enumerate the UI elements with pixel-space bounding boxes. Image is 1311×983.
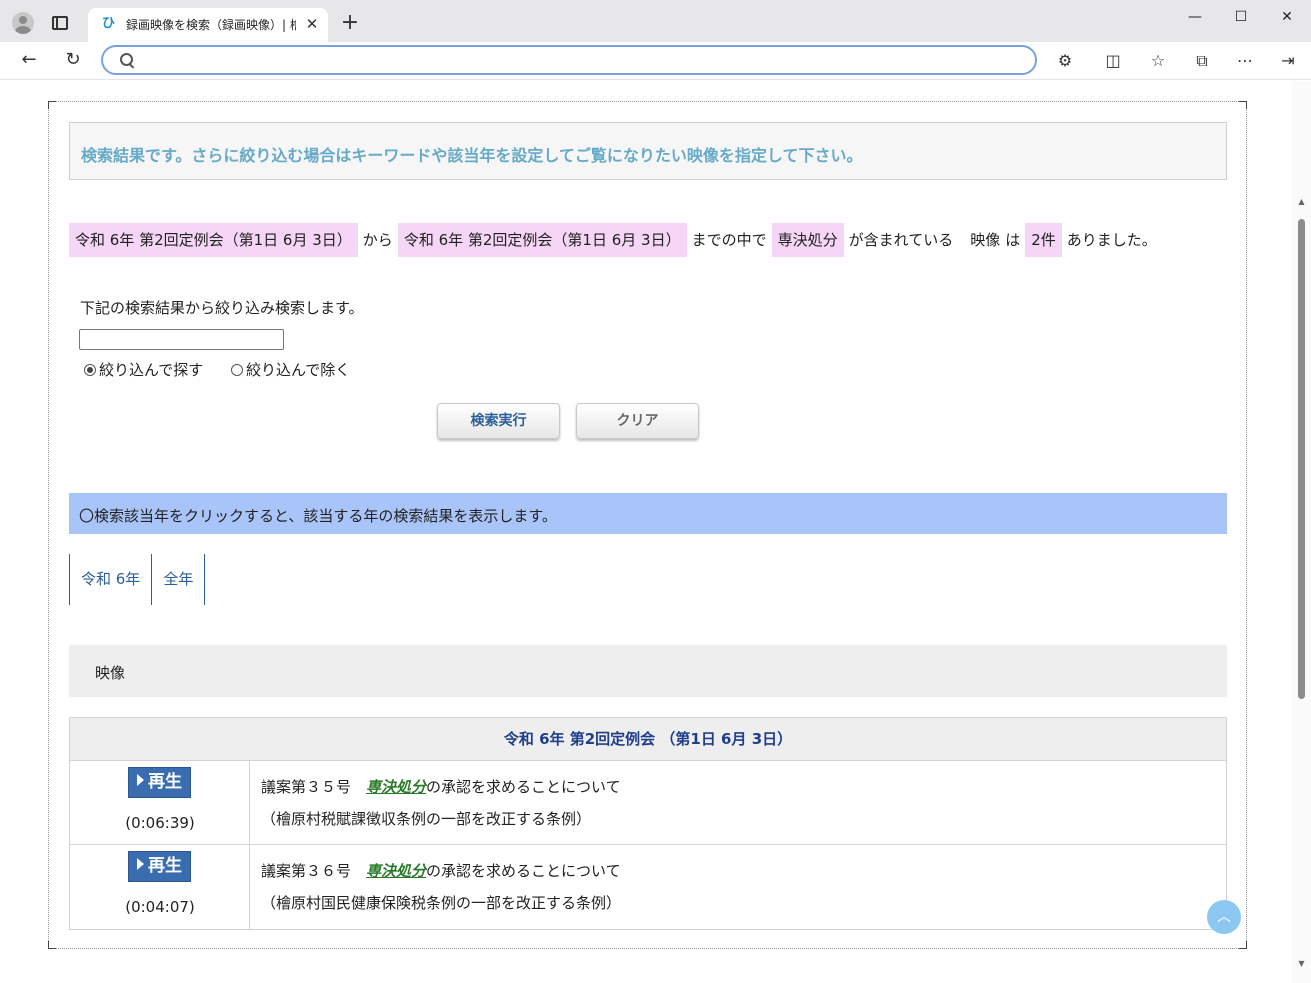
video-duration: (0:04:07)	[125, 898, 195, 916]
result-row: 再生 (0:04:07) 議案第３６号 専決処分の承認を求めることについて （檜…	[70, 845, 1226, 929]
search-condition: 令和 6年 第2回定例会（第1日 6月 3日） から 令和 6年 第2回定例会（第1…	[69, 223, 1162, 257]
result-title: 議案第３６号 専決処分の承認を求めることについて	[261, 860, 621, 881]
condition-from: 令和 6年 第2回定例会（第1日 6月 3日）	[69, 223, 358, 257]
search-button[interactable]: 検索実行	[437, 403, 560, 439]
condition-from-suffix: から	[362, 231, 393, 249]
result-keyword-link[interactable]: 専決処分	[366, 778, 426, 796]
radio-include-label: 絞り込んで探す	[99, 361, 204, 379]
video-duration: (0:06:39)	[125, 814, 195, 832]
scroll-up-icon[interactable]: ▲	[1296, 197, 1307, 207]
year-tab-all[interactable]: 全年	[152, 554, 206, 605]
radio-exclude[interactable]: 絞り込んで除く	[231, 361, 350, 379]
address-input[interactable]	[143, 50, 1023, 70]
search-notice: 検索結果です。さらに絞り込む場合はキーワードや該当年を設定してご覧になりたい映像…	[69, 122, 1227, 180]
tab-close-icon[interactable]: ✕	[304, 15, 320, 33]
favorites-icon[interactable]: ☆	[1147, 50, 1169, 72]
result-keyword-link[interactable]: 専決処分	[366, 862, 426, 880]
reload-icon[interactable]: ↻	[60, 47, 86, 73]
page-scrollbar[interactable]: ▲ ▼	[1292, 81, 1311, 983]
condition-to: 令和 6年 第2回定例会（第1日 6月 3日）	[397, 223, 687, 257]
radio-selected-icon[interactable]	[84, 364, 96, 376]
condition-video-suffix: は	[1005, 231, 1021, 249]
radio-exclude-label: 絞り込んで除く	[246, 361, 351, 379]
radio-include[interactable]: 絞り込んで探す	[84, 361, 203, 379]
condition-to-suffix: までの中で	[691, 231, 767, 249]
condition-video-label: 映像	[970, 231, 1001, 249]
play-triangle-icon	[137, 858, 144, 870]
address-bar[interactable]	[101, 45, 1037, 75]
result-subtitle: （檜原村国民健康保険税条例の一部を改正する条例）	[261, 894, 622, 912]
result-title-suffix: の承認を求めることについて	[426, 862, 621, 880]
scroll-down-icon[interactable]: ▼	[1296, 959, 1307, 969]
frame-corner	[1239, 941, 1247, 949]
maximize-button[interactable]: ☐	[1229, 6, 1253, 28]
frame-corner	[1239, 101, 1247, 109]
sidebar-toggle-icon[interactable]: ⇥	[1277, 50, 1299, 72]
profile-avatar-icon[interactable]	[12, 12, 34, 34]
year-note: 〇検索該当年をクリックすると、該当する年の検索結果を表示します。	[69, 493, 1227, 534]
new-tab-button[interactable]: +	[340, 12, 360, 34]
play-button[interactable]: 再生	[128, 851, 191, 882]
frame-corner	[48, 941, 56, 949]
result-title-suffix: の承認を求めることについて	[426, 778, 621, 796]
notice-text: 検索結果です。さらに絞り込む場合はキーワードや該当年を設定してご覧になりたい映像…	[81, 146, 863, 165]
year-tab-reiwa6[interactable]: 令和 6年	[70, 554, 153, 605]
condition-keyword-suffix: が含まれている	[848, 231, 954, 249]
clear-button[interactable]: クリア	[576, 403, 699, 439]
site-favicon-icon: ひ	[102, 16, 116, 31]
year-tabs: 令和 6年 全年	[69, 554, 206, 605]
tab-title: 録画映像を検索（録画映像）| 檜	[126, 18, 296, 32]
session-heading: 令和 6年 第2回定例会 （第1日 6月 3日）	[70, 718, 1226, 761]
radio-unselected-icon[interactable]	[231, 364, 243, 376]
play-triangle-icon	[137, 774, 144, 786]
more-menu-icon[interactable]: ⋯	[1234, 50, 1256, 72]
play-button[interactable]: 再生	[128, 767, 191, 798]
refine-keyword-input[interactable]	[79, 329, 284, 350]
section-title: 映像	[95, 664, 126, 682]
back-arrow-icon[interactable]: ←	[16, 47, 42, 73]
page-viewport: 検索結果です。さらに絞り込む場合はキーワードや該当年を設定してご覧になりたい映像…	[0, 81, 1311, 983]
result-count-suffix: ありました。	[1066, 231, 1157, 249]
result-row: 再生 (0:06:39) 議案第３５号 専決処分の承認を求めることについて （檜…	[70, 761, 1226, 845]
result-count: 2件	[1025, 223, 1062, 257]
browser-titlebar: ひ 録画映像を検索（録画映像）| 檜 ✕ + — ☐ ✕	[0, 0, 1311, 42]
refine-label: 下記の検索結果から絞り込み検索します。	[80, 299, 364, 317]
result-play-cell: 再生 (0:04:07)	[70, 845, 250, 929]
tab-actions-icon[interactable]	[52, 16, 68, 30]
collections-icon[interactable]: ⧉	[1191, 50, 1213, 72]
result-title: 議案第３５号 専決処分の承認を求めることについて	[261, 776, 621, 797]
split-screen-icon[interactable]: ◫	[1102, 50, 1124, 72]
play-label: 再生	[148, 772, 182, 792]
back-to-top-button[interactable]: ︿	[1207, 900, 1241, 934]
minimize-button[interactable]: —	[1183, 6, 1207, 28]
play-label: 再生	[148, 856, 182, 876]
extensions-icon[interactable]: ⚙	[1054, 50, 1076, 72]
frame-corner	[48, 101, 56, 109]
result-subtitle: （檜原村税賦課徴収条例の一部を改正する条例）	[261, 810, 592, 828]
close-window-button[interactable]: ✕	[1275, 6, 1299, 28]
results-table: 令和 6年 第2回定例会 （第1日 6月 3日） 再生 (0:06:39) 議案…	[69, 717, 1227, 930]
condition-keyword: 専決処分	[771, 223, 844, 257]
year-note-text: 〇検索該当年をクリックすると、該当する年の検索結果を表示します。	[79, 507, 557, 525]
browser-toolbar: ← ↻ ⚙ ◫ ☆ ⧉ ⋯ ⇥	[0, 42, 1311, 80]
result-title-prefix: 議案第３６号	[261, 862, 367, 880]
scrollbar-thumb[interactable]	[1298, 219, 1305, 699]
result-title-prefix: 議案第３５号	[261, 778, 367, 796]
search-icon	[119, 52, 135, 68]
section-heading: 映像	[69, 645, 1227, 697]
browser-tab-active[interactable]: ひ 録画映像を検索（録画映像）| 檜 ✕	[88, 8, 328, 42]
result-play-cell: 再生 (0:06:39)	[70, 761, 250, 845]
